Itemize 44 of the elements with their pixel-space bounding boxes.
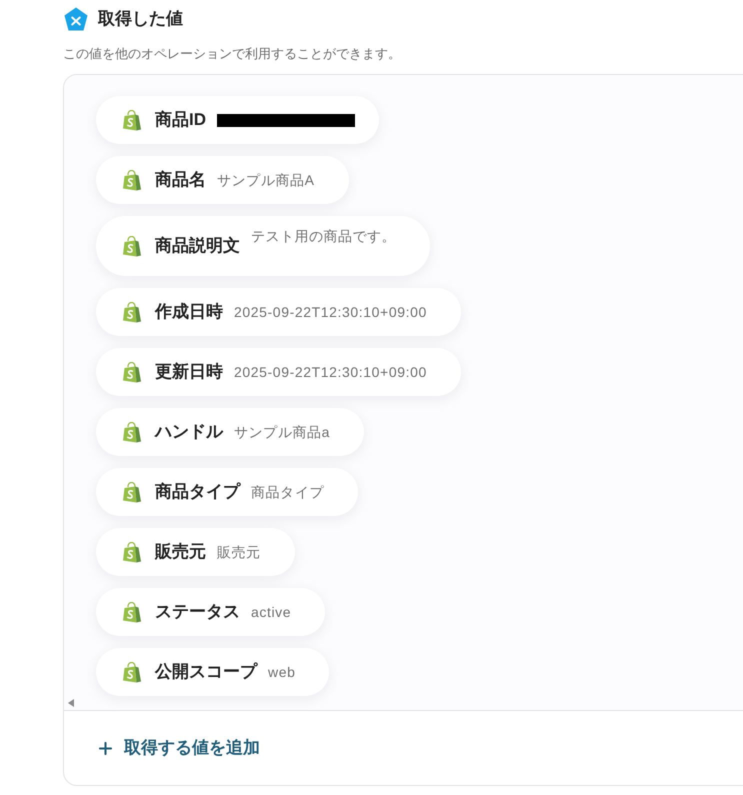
field-value: 2025-09-22T12:30:10+09:00 [234,362,427,382]
field-label: 作成日時 [155,301,223,324]
value-chip[interactable]: 作成日時 2025-09-22T12:30:10+09:00 [96,288,461,336]
add-value-button[interactable]: 取得する値を追加 [96,735,260,761]
field-value: 2025-09-22T12:30:10+09:00 [234,302,427,322]
shopping-bag-icon [123,236,141,256]
field-label: 公開スコープ [155,661,257,684]
field-value: active [251,602,292,622]
shopping-bag-icon [123,302,141,322]
value-chip[interactable]: 更新日時 2025-09-22T12:30:10+09:00 [96,348,461,396]
field-label: ステータス [155,601,240,624]
value-chip[interactable]: 公開スコープ web [96,648,330,696]
section-title: 取得した値 [98,8,183,30]
shopping-bag-icon [123,662,141,682]
shopping-bag-icon [123,110,141,130]
scroll-left-arrow-icon[interactable] [68,699,74,707]
field-label: 販売元 [155,541,206,564]
app-logo-icon [64,6,88,30]
value-chip[interactable]: 商品名 サンプル商品A [96,156,349,204]
value-chip[interactable]: ステータス active [96,588,326,636]
value-chip[interactable]: 販売元 販売元 [96,528,295,576]
shopping-bag-icon [123,422,141,442]
field-label: 商品名 [155,169,206,192]
field-value: サンプル商品A [217,170,315,190]
shopping-bag-icon [123,482,141,502]
field-value: 商品タイプ [251,482,324,502]
shopping-bag-icon [123,602,141,622]
field-value: サンプル商品a [234,422,330,442]
field-label: ハンドル [155,421,223,444]
shopping-bag-icon [123,362,141,382]
field-value: web [268,662,296,682]
value-chip[interactable]: ハンドル サンプル商品a [96,408,364,456]
field-value: 販売元 [217,542,261,562]
value-chip[interactable]: 商品ID [96,96,379,144]
field-label: 更新日時 [155,361,223,384]
field-label: 商品説明文 [155,235,240,258]
shopping-bag-icon [123,170,141,190]
shopping-bag-icon [123,542,141,562]
section-description: この値を他のオペレーションで利用することができます。 [63,45,401,64]
value-chip[interactable]: 商品説明文 テスト用の商品です。 [96,216,430,276]
field-value: テスト用の商品です。 [251,227,396,246]
field-label: 商品ID [155,109,206,132]
value-chip[interactable]: 商品タイプ 商品タイプ [96,468,358,516]
field-label: 商品タイプ [155,481,240,504]
